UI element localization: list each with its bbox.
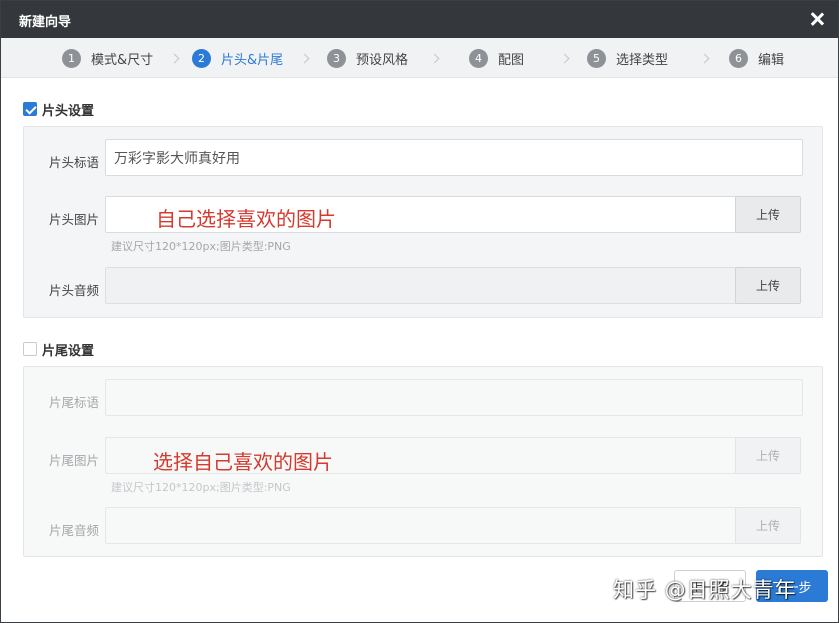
step-images[interactable]: 4 配图 bbox=[469, 48, 524, 68]
opening-enable-checkbox[interactable] bbox=[23, 102, 37, 116]
opening-audio-path-input[interactable] bbox=[105, 267, 737, 304]
step-label: 预设风格 bbox=[356, 52, 409, 68]
step-label: 选择类型 bbox=[616, 52, 669, 68]
ending-image-label: 片尾图片 bbox=[49, 453, 100, 468]
opening-image-label: 片头图片 bbox=[49, 212, 100, 227]
ending-audio-path-input[interactable] bbox=[105, 507, 737, 544]
step-mode-size[interactable]: 1 模式&尺寸 bbox=[62, 48, 153, 68]
close-icon[interactable] bbox=[806, 8, 828, 30]
opening-slogan-input[interactable]: 万彩字影大师真好用 bbox=[105, 139, 803, 176]
ending-image-hint: 建议尺寸120*120px;图片类型:PNG bbox=[111, 481, 291, 494]
ending-section-title: 片尾设置 bbox=[42, 343, 95, 359]
step-number: 6 bbox=[729, 48, 748, 68]
step-number: 5 bbox=[587, 48, 606, 68]
step-number: 4 bbox=[469, 48, 488, 68]
ending-audio-label: 片尾音频 bbox=[49, 523, 100, 538]
step-label: 编辑 bbox=[758, 52, 785, 68]
wizard-steps: 1 模式&尺寸 2 片头&片尾 3 预设风格 4 配图 5 选择类型 6 编辑 bbox=[1, 38, 838, 78]
opening-slogan-label: 片头标语 bbox=[49, 155, 100, 170]
chevron-right-icon bbox=[299, 53, 310, 64]
chevron-right-icon bbox=[429, 53, 440, 64]
dialog-title: 新建向导 bbox=[19, 15, 72, 30]
opening-slogan-value: 万彩字影大师真好用 bbox=[114, 150, 240, 167]
ending-section-header: 片尾设置 bbox=[23, 340, 95, 359]
titlebar: 新建向导 bbox=[1, 1, 838, 38]
opening-audio-label: 片头音频 bbox=[49, 283, 100, 298]
step-number: 2 bbox=[192, 48, 211, 68]
opening-image-upload-button[interactable]: 上传 bbox=[735, 196, 801, 233]
ending-slogan-input[interactable] bbox=[105, 379, 803, 416]
ending-audio-upload-button[interactable]: 上传 bbox=[735, 507, 801, 544]
opening-audio-upload-button[interactable]: 上传 bbox=[735, 267, 801, 304]
ending-image-upload-button[interactable]: 上传 bbox=[735, 437, 801, 474]
step-edit[interactable]: 6 编辑 bbox=[729, 48, 784, 68]
ending-slogan-label: 片尾标语 bbox=[49, 395, 100, 410]
chevron-right-icon bbox=[559, 53, 570, 64]
opening-section-title: 片头设置 bbox=[42, 103, 95, 119]
chevron-right-icon bbox=[699, 53, 710, 64]
new-wizard-dialog: 新建向导 1 模式&尺寸 2 片头&片尾 3 预设风格 4 配图 5 选择类型 … bbox=[0, 0, 839, 623]
step-label: 片头&片尾 bbox=[221, 52, 284, 68]
chevron-right-icon bbox=[169, 53, 180, 64]
step-label: 模式&尺寸 bbox=[91, 52, 154, 68]
step-label: 配图 bbox=[498, 52, 525, 68]
step-number: 3 bbox=[327, 48, 346, 68]
opening-image-hint: 建议尺寸120*120px;图片类型:PNG bbox=[111, 240, 291, 253]
step-opening-ending[interactable]: 2 片头&片尾 bbox=[192, 48, 283, 68]
step-preset-style[interactable]: 3 预设风格 bbox=[327, 48, 408, 68]
step-select-type[interactable]: 5 选择类型 bbox=[587, 48, 668, 68]
zhihu-watermark: 知乎 @日照大青年 bbox=[613, 578, 797, 602]
opening-section-header: 片头设置 bbox=[23, 100, 95, 119]
ending-image-annotation: 选择自己喜欢的图片 bbox=[153, 450, 333, 474]
step-number: 1 bbox=[62, 48, 81, 68]
ending-enable-checkbox[interactable] bbox=[23, 342, 37, 356]
opening-image-annotation: 自己选择喜欢的图片 bbox=[156, 207, 336, 231]
